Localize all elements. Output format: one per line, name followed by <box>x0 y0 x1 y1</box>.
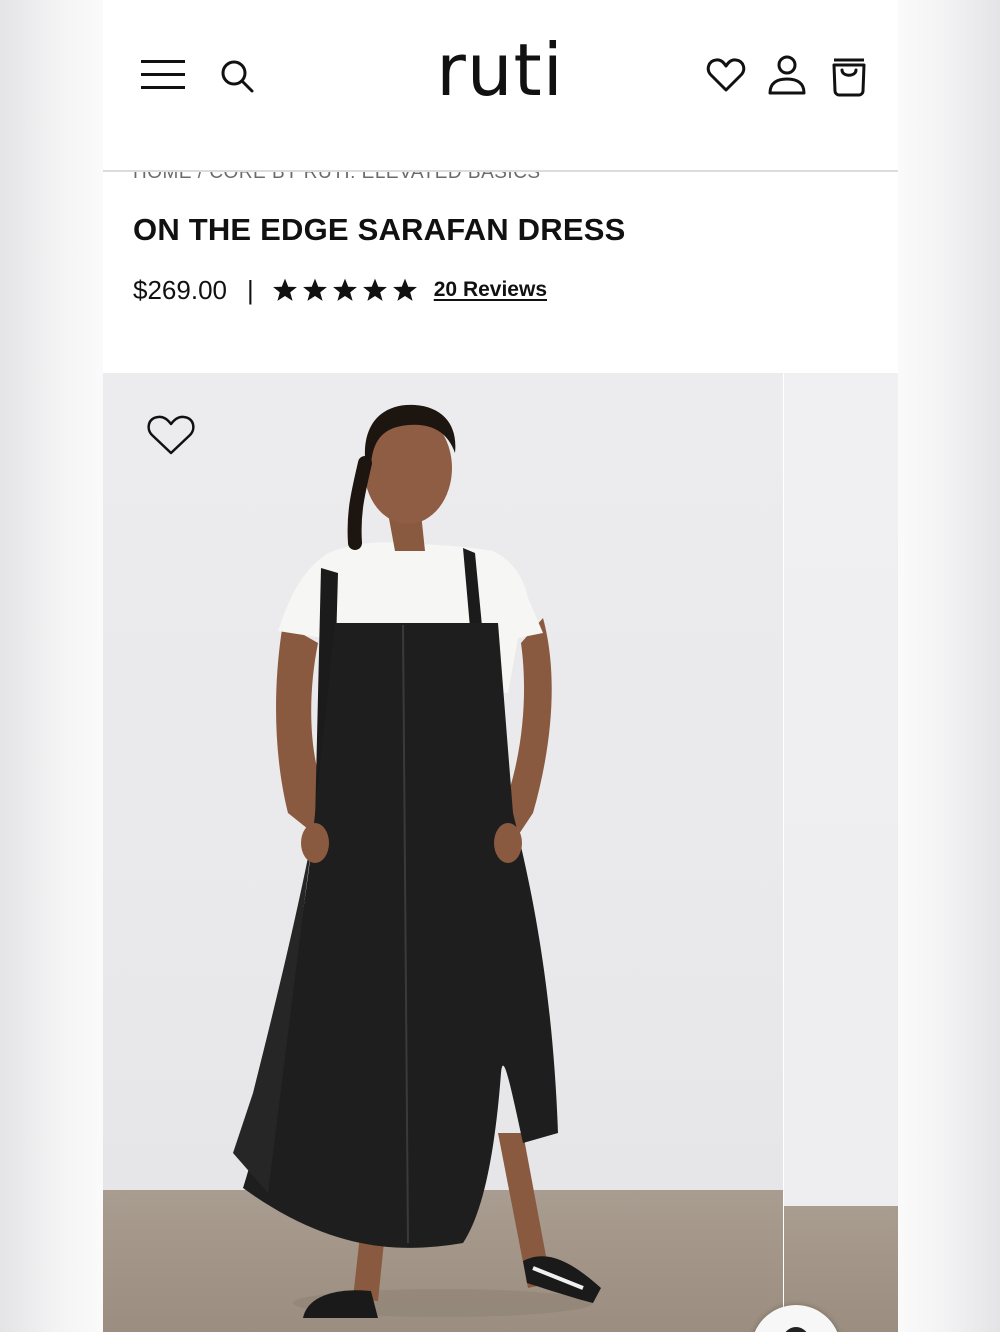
heart-outline-icon[interactable] <box>146 413 196 457</box>
product-price: $269.00 <box>133 274 227 305</box>
next-product-image[interactable] <box>783 373 898 1332</box>
menu-icon[interactable] <box>139 58 187 92</box>
reviews-link[interactable]: 20 Reviews <box>434 278 547 302</box>
site-header: ruti <box>103 0 898 172</box>
shopping-bag-icon[interactable] <box>830 57 868 97</box>
price-rating-row: $269.00 | 20 Reviews <box>133 270 547 310</box>
dot-icon <box>783 1327 809 1332</box>
star-icon <box>362 278 387 301</box>
product-gallery[interactable] <box>103 373 898 1332</box>
product-image[interactable] <box>103 373 783 1332</box>
star-icon <box>392 278 417 301</box>
heart-icon[interactable] <box>706 56 746 94</box>
star-icon <box>272 278 297 301</box>
star-icon <box>332 278 357 301</box>
star-rating[interactable] <box>272 277 418 303</box>
search-icon[interactable] <box>219 58 255 94</box>
model-illustration <box>233 404 601 1318</box>
brand-logo[interactable]: ruti <box>425 30 575 110</box>
page: ruti HOME / CORE BY RUTI: ELEVATED BASIC… <box>103 0 898 1332</box>
product-title: ON THE EDGE SARAFAN DRESS <box>133 212 626 247</box>
account-icon[interactable] <box>767 54 807 96</box>
separator: | <box>246 274 254 305</box>
star-icon <box>302 278 327 301</box>
